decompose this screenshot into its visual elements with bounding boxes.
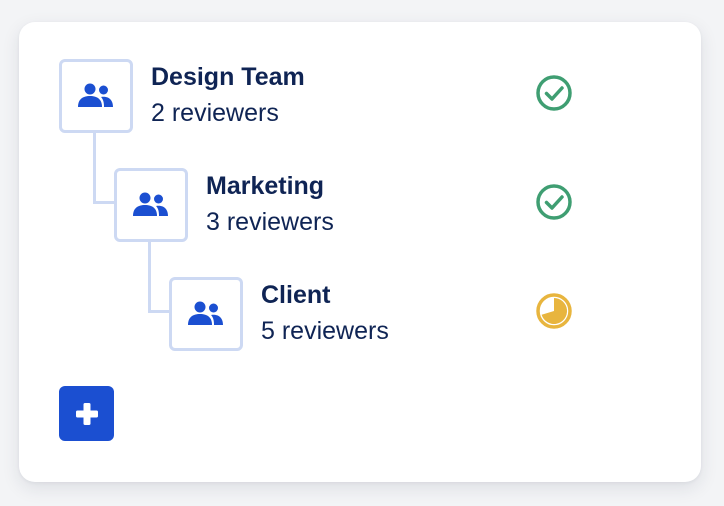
review-stage-marketing[interactable]: Marketing 3 reviewers <box>114 168 654 242</box>
review-stage-design-team[interactable]: Design Team 2 reviewers <box>59 59 599 133</box>
review-stage-client[interactable]: Client 5 reviewers <box>169 277 709 351</box>
add-stage-button[interactable] <box>59 386 114 441</box>
group-avatar <box>59 59 133 133</box>
plus-icon <box>75 402 98 425</box>
pie-progress-icon <box>536 293 572 329</box>
reviewer-count: 2 reviewers <box>151 99 279 127</box>
stage-name: Design Team <box>151 63 305 91</box>
check-circle-icon <box>536 75 572 111</box>
users-icon <box>188 301 223 325</box>
reviewer-count: 5 reviewers <box>261 317 389 345</box>
stage-name: Client <box>261 281 331 309</box>
users-icon <box>78 83 113 107</box>
review-chain-card: Design Team 2 reviewers Marketing 3 revi… <box>19 22 701 482</box>
group-avatar <box>169 277 243 351</box>
reviewer-count: 3 reviewers <box>206 208 334 236</box>
group-avatar <box>114 168 188 242</box>
users-icon <box>133 192 168 216</box>
stage-name: Marketing <box>206 172 325 200</box>
check-circle-icon <box>536 184 572 220</box>
